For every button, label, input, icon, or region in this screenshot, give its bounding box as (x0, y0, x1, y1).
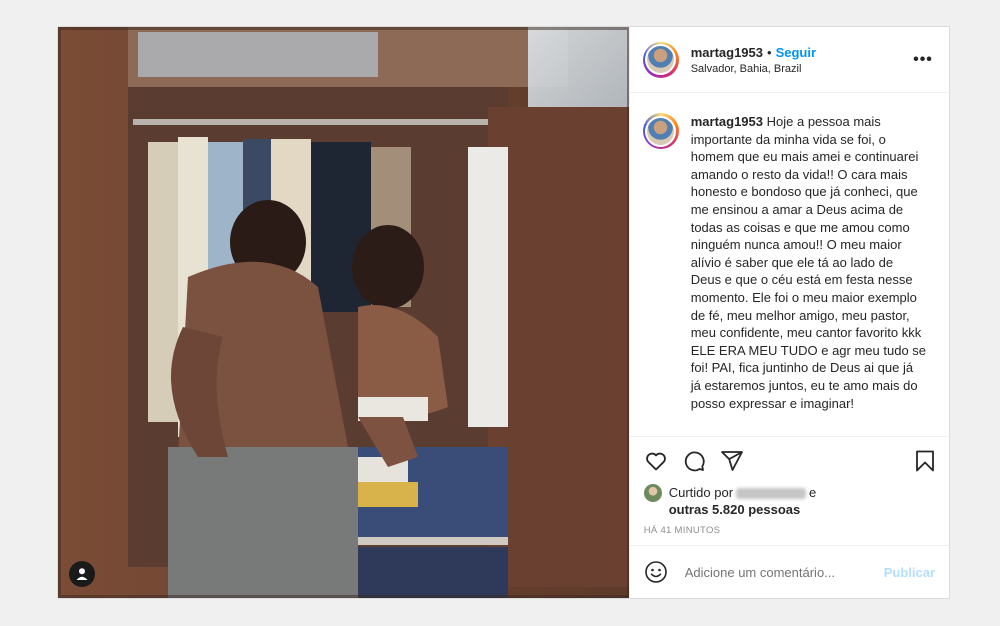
bookmark-icon (916, 450, 934, 471)
separator-dot: • (767, 44, 772, 60)
comment-box: Publicar (629, 545, 949, 598)
share-button[interactable] (720, 449, 744, 473)
liker-avatar[interactable] (643, 484, 662, 502)
likes-summary: Curtido por e outras 5.820 pessoas (630, 484, 949, 518)
username-link[interactable]: martag1953 (691, 45, 763, 60)
instagram-post-card: martag1953 • Seguir Salvador, Bahia, Bra… (57, 26, 950, 599)
comment-icon (684, 451, 705, 471)
post-timestamp[interactable]: HÁ 41 MINUTOS (630, 525, 949, 545)
post-header: martag1953 • Seguir Salvador, Bahia, Bra… (629, 27, 949, 93)
caption-area: martag1953 Hoje a pessoa mais importante… (629, 93, 949, 437)
liked-others-link[interactable]: outras 5.820 pessoas (669, 502, 801, 517)
comment-input[interactable] (682, 563, 884, 581)
publish-button[interactable]: Publicar (884, 565, 935, 580)
more-icon: ••• (913, 50, 933, 68)
avatar[interactable] (642, 41, 679, 78)
emoji-icon (644, 561, 667, 583)
post-side-panel: martag1953 • Seguir Salvador, Bahia, Bra… (628, 27, 949, 598)
location-link[interactable]: Salvador, Bahia, Brazil (691, 63, 911, 75)
caption-body: Hoje a pessoa mais importante da minha v… (690, 114, 927, 411)
more-options-button[interactable]: ••• (911, 48, 935, 72)
caption: martag1953 Hoje a pessoa mais importante… (691, 113, 927, 436)
post-photo-image (58, 27, 629, 598)
liked-by-conj: e (809, 485, 817, 500)
action-bar (630, 437, 949, 484)
like-button[interactable] (644, 449, 668, 473)
blurred-username[interactable] (736, 488, 807, 500)
liked-by-prefix: Curtido por (668, 485, 734, 500)
share-icon (720, 450, 743, 471)
user-tag-icon (76, 568, 88, 580)
follow-button[interactable]: Seguir (776, 45, 816, 60)
user-tag-button[interactable] (69, 561, 95, 587)
save-button[interactable] (913, 449, 937, 473)
caption-username[interactable]: martag1953 (691, 114, 763, 129)
caption-avatar[interactable] (642, 113, 679, 149)
post-photo[interactable] (58, 27, 629, 598)
comment-button[interactable] (682, 449, 706, 473)
emoji-button[interactable] (643, 559, 669, 585)
heart-icon (645, 452, 666, 470)
